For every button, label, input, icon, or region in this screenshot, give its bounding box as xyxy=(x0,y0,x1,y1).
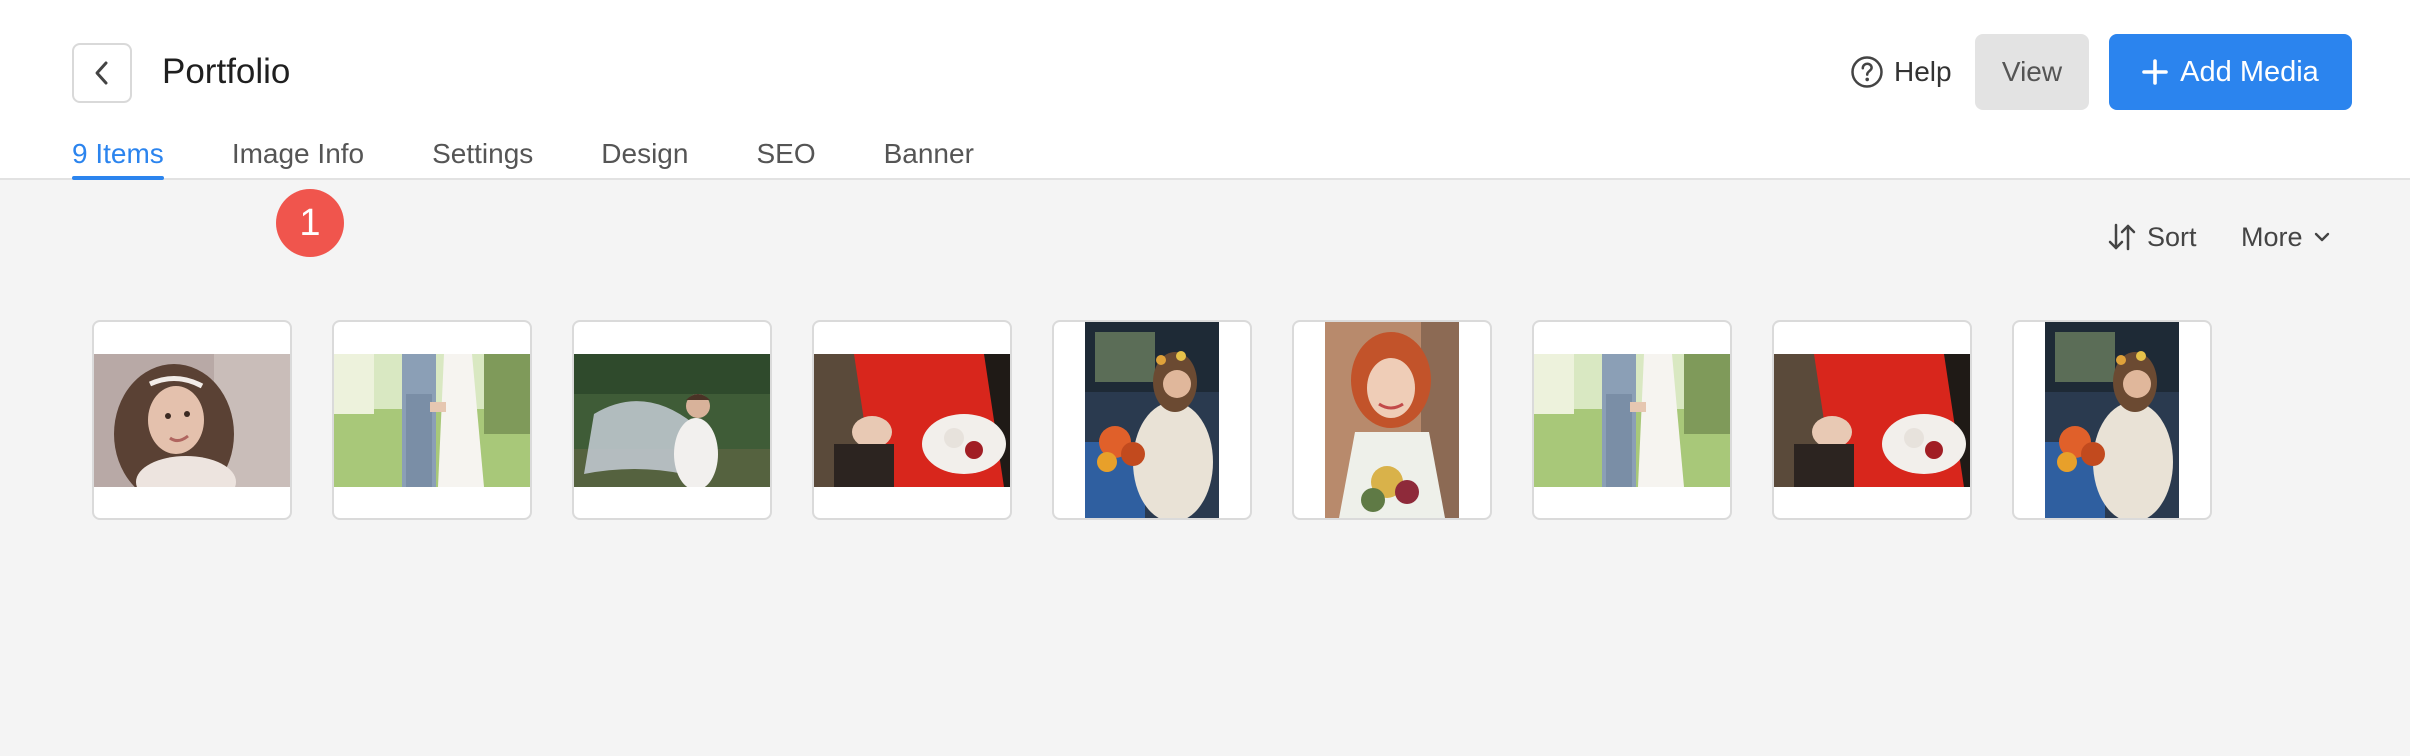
media-item[interactable] xyxy=(92,320,292,520)
media-thumbnail xyxy=(814,354,1010,487)
media-item[interactable] xyxy=(572,320,772,520)
more-label: More xyxy=(2241,221,2303,252)
media-thumbnail xyxy=(94,354,290,487)
help-link[interactable]: Help xyxy=(1850,52,1952,92)
tab-image-info[interactable]: Image Info xyxy=(232,136,364,180)
chevron-down-icon xyxy=(2314,232,2329,242)
add-media-label: Add Media xyxy=(2180,55,2319,88)
media-item[interactable] xyxy=(2012,320,2212,520)
media-thumbnail xyxy=(1325,322,1459,518)
tab-seo[interactable]: SEO xyxy=(756,136,815,180)
sort-button[interactable]: Sort xyxy=(2107,220,2197,254)
media-item[interactable] xyxy=(1292,320,1492,520)
more-dropdown[interactable]: More xyxy=(2241,220,2331,254)
media-thumbnail xyxy=(1774,354,1970,487)
media-thumbnail xyxy=(1534,354,1730,487)
view-button[interactable]: View xyxy=(1975,34,2089,110)
step-badge: 1 xyxy=(276,189,344,257)
media-item[interactable] xyxy=(812,320,1012,520)
help-circle-icon xyxy=(1851,56,1883,88)
media-thumbnail xyxy=(334,354,530,487)
tab-items[interactable]: 9 Items xyxy=(72,136,164,180)
media-item[interactable] xyxy=(1532,320,1732,520)
media-item[interactable] xyxy=(1052,320,1252,520)
tab-settings[interactable]: Settings xyxy=(432,136,533,180)
add-media-button[interactable]: Add Media xyxy=(2109,34,2352,110)
sort-label: Sort xyxy=(2147,221,2197,252)
page-title: Portfolio xyxy=(162,52,291,91)
media-thumbnail xyxy=(574,354,770,487)
media-thumbnail xyxy=(2045,322,2179,518)
tab-design[interactable]: Design xyxy=(601,136,688,180)
plus-icon xyxy=(2142,59,2168,85)
media-item[interactable] xyxy=(1772,320,1972,520)
tab-bar: 9 Items Image Info Settings Design SEO B… xyxy=(72,136,974,180)
help-label: Help xyxy=(1894,56,1952,87)
sort-arrows-icon xyxy=(2108,223,2136,251)
back-button[interactable] xyxy=(72,43,132,103)
media-grid xyxy=(92,320,2292,520)
tab-banner[interactable]: Banner xyxy=(884,136,974,180)
view-label: View xyxy=(2001,56,2063,87)
chevron-left-icon xyxy=(95,61,108,85)
media-item[interactable] xyxy=(332,320,532,520)
media-thumbnail xyxy=(1085,322,1219,518)
page-header: Portfolio Help View Add Media 9 Items Im… xyxy=(0,0,2410,180)
